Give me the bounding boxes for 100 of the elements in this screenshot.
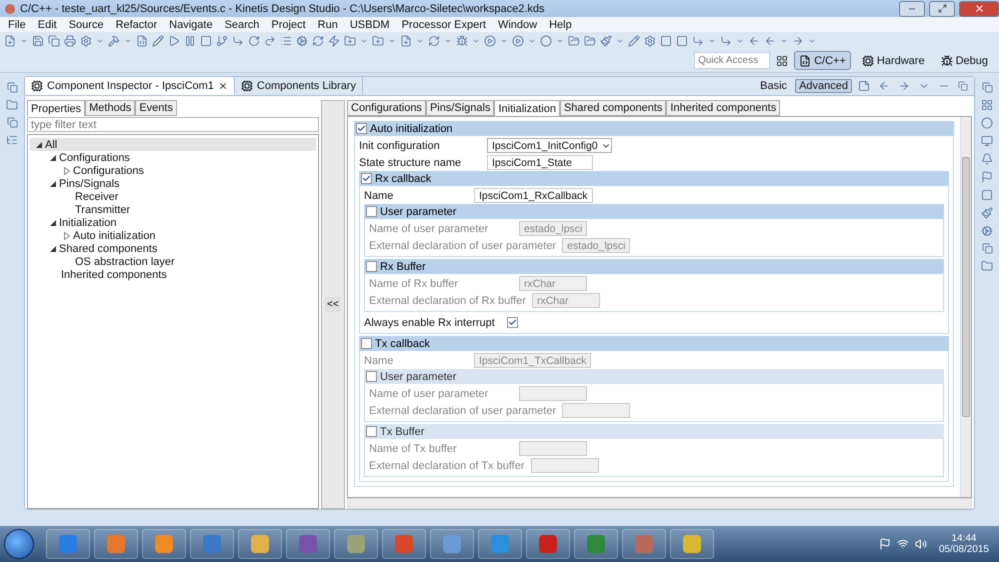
mode-button[interactable]: Basic — [756, 79, 792, 93]
step-return-icon[interactable] — [264, 34, 276, 46]
menu-item[interactable]: Search — [218, 18, 266, 30]
print-icon[interactable] — [64, 34, 76, 46]
forward-icon[interactable] — [792, 34, 804, 46]
arrow-icon[interactable] — [720, 34, 732, 46]
bell-icon[interactable] — [981, 153, 993, 165]
text-field[interactable]: IpsciCom1_RxCallback — [474, 188, 593, 203]
step-over-icon[interactable] — [248, 34, 260, 46]
taskbar-button[interactable] — [526, 529, 570, 559]
tree-item[interactable]: Transmitter — [58, 203, 316, 216]
collapsed-arrow-icon[interactable] — [64, 232, 70, 240]
checkbox[interactable] — [366, 261, 377, 272]
monitor-icon[interactable] — [981, 135, 993, 147]
run-icon[interactable] — [512, 34, 524, 46]
quick-access-field[interactable]: Quick Access — [694, 52, 770, 69]
menu-item[interactable]: Processor Expert — [396, 18, 492, 30]
pencil-icon[interactable] — [152, 34, 164, 46]
copy-icon[interactable] — [48, 34, 60, 46]
restore-icon[interactable] — [6, 117, 18, 128]
taskbar-button[interactable] — [94, 529, 138, 559]
tree-item[interactable]: OS abstraction layer — [58, 255, 316, 268]
checkbox[interactable] — [366, 206, 377, 217]
inspector-tab[interactable]: Methods — [85, 100, 136, 116]
settings-icon[interactable] — [644, 34, 656, 46]
menu-item[interactable]: Navigate — [163, 18, 219, 30]
checkbox[interactable] — [506, 317, 518, 328]
tree-item[interactable]: Inherited components — [44, 268, 316, 281]
config-tab[interactable]: Shared components — [560, 100, 666, 116]
brush-icon[interactable] — [600, 34, 612, 46]
circle-icon[interactable] — [981, 117, 993, 129]
config-tab[interactable]: Pins/Signals — [426, 100, 494, 116]
play-icon[interactable] — [168, 34, 180, 46]
config-tab[interactable]: Inherited components — [666, 100, 780, 116]
back-icon[interactable] — [878, 80, 890, 92]
start-button[interactable] — [4, 529, 34, 559]
view-tab[interactable]: Components Library — [234, 77, 363, 95]
restore-icon[interactable] — [982, 243, 992, 254]
taskbar-button[interactable] — [142, 529, 186, 559]
expanded-arrow-icon[interactable] — [50, 220, 56, 226]
gear-icon[interactable] — [981, 225, 993, 237]
expanded-arrow-icon[interactable] — [50, 154, 56, 160]
note-icon[interactable] — [858, 80, 870, 92]
tree-icon[interactable] — [6, 134, 18, 146]
menu-item[interactable]: Window — [492, 18, 544, 30]
arrow-icon[interactable] — [692, 34, 704, 46]
menu-item[interactable]: Help — [543, 18, 578, 30]
menu-item[interactable]: Project — [265, 18, 312, 30]
square-icon[interactable] — [660, 34, 672, 46]
dropdown-field[interactable]: IpsciCom1_InitConfig0 — [487, 138, 612, 153]
new-file-icon[interactable] — [4, 34, 16, 46]
folder-icon[interactable] — [981, 260, 993, 272]
open-folder-icon[interactable] — [568, 34, 580, 46]
refresh-icon[interactable] — [312, 34, 324, 46]
text-field[interactable]: IpsciCom1_State — [487, 155, 593, 170]
text-field[interactable] — [562, 403, 630, 418]
taskbar-button[interactable] — [382, 529, 426, 559]
branch-icon[interactable] — [216, 34, 228, 46]
taskbar-button[interactable] — [334, 529, 378, 559]
menu-item[interactable]: Source — [62, 18, 110, 30]
taskbar-button[interactable] — [286, 529, 330, 559]
tree-item[interactable]: Initialization — [44, 216, 316, 229]
minimize-button[interactable] — [899, 0, 925, 16]
text-field[interactable] — [530, 458, 599, 473]
bug-icon[interactable] — [456, 34, 468, 46]
open-folder-icon[interactable] — [584, 34, 596, 46]
menu-item[interactable]: Run — [312, 18, 344, 30]
close-button[interactable] — [959, 0, 999, 16]
menu-item[interactable]: File — [2, 18, 32, 30]
tree-item[interactable]: Pins/Signals — [44, 177, 316, 190]
forward-icon[interactable] — [898, 80, 910, 92]
taskbar-button[interactable] — [478, 529, 522, 559]
taskbar-button[interactable] — [574, 529, 618, 559]
collapse-button[interactable]: << — [325, 297, 341, 312]
restore-icon[interactable] — [958, 80, 968, 90]
step-into-icon[interactable] — [232, 34, 244, 46]
splitter[interactable]: << — [321, 100, 345, 509]
square-icon[interactable] — [676, 34, 688, 46]
stop-icon[interactable] — [200, 34, 212, 46]
text-field[interactable] — [519, 441, 587, 456]
hammer-icon[interactable] — [108, 34, 120, 46]
perspective-button[interactable]: C/C++ — [794, 51, 851, 70]
checkbox[interactable] — [356, 123, 367, 134]
view-tab[interactable]: Component Inspector - IpsciCom1 — [25, 77, 235, 95]
maximize-button[interactable] — [929, 0, 955, 16]
perspective-button[interactable]: Hardware — [856, 51, 930, 70]
expanded-arrow-icon[interactable] — [50, 246, 56, 252]
taskbar-button[interactable] — [430, 529, 474, 559]
lightning-icon[interactable] — [328, 34, 340, 46]
inspector-tab[interactable]: Events — [135, 100, 177, 116]
back-icon[interactable] — [764, 34, 776, 46]
refresh-icon[interactable] — [428, 34, 440, 46]
new-file-icon[interactable] — [400, 34, 412, 46]
checkbox[interactable] — [361, 338, 372, 349]
new-folder-icon[interactable] — [372, 34, 384, 46]
tree-item[interactable]: All — [30, 138, 316, 151]
menu-item[interactable]: USBDM — [344, 18, 396, 30]
pause-icon[interactable] — [184, 34, 196, 46]
mode-button[interactable]: Advanced — [795, 79, 852, 93]
run-icon[interactable] — [484, 34, 496, 46]
